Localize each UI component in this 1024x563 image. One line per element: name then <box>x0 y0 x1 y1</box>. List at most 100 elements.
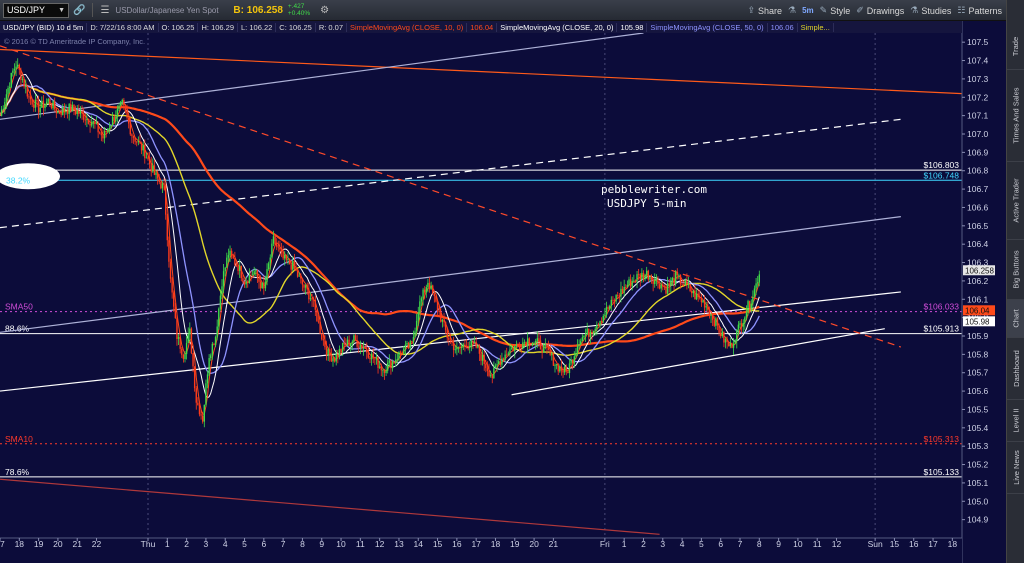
interval-button[interactable]: 5m <box>802 6 814 15</box>
share-icon: ⇪ <box>747 5 755 15</box>
candle-body <box>208 358 210 375</box>
candle-body <box>658 284 661 289</box>
candle-body <box>303 284 305 288</box>
studies-button[interactable]: ⚗ Studies <box>910 5 951 16</box>
candle-body <box>81 110 83 114</box>
price-badge-label: 106.258 <box>965 266 994 275</box>
candle-body <box>23 78 25 87</box>
candle-body <box>391 361 394 369</box>
side-tab-dashboard[interactable]: Dashboard <box>1007 338 1024 400</box>
candle-body <box>493 367 495 379</box>
candle-body <box>494 365 497 368</box>
candle-body <box>637 274 640 275</box>
price-tick-label: 106.9 <box>967 147 989 157</box>
candle-body <box>136 141 138 143</box>
candle-body <box>502 358 505 360</box>
level-label: $106.033 <box>924 302 960 312</box>
candle-body <box>20 69 22 80</box>
side-tab-label: Dashboard <box>1011 350 1021 387</box>
candle-body <box>488 370 490 376</box>
candle-body <box>583 335 585 338</box>
candle-body <box>438 310 440 313</box>
time-tick-label: 22 <box>92 539 102 549</box>
side-tab-trade[interactable]: Trade <box>1007 24 1024 70</box>
candle-body <box>744 317 746 323</box>
symbol-selector[interactable]: USD/JPY ▼ <box>3 2 69 18</box>
side-tab-chart[interactable]: Chart <box>1007 300 1024 338</box>
candle-body <box>319 321 321 334</box>
candle-body <box>705 306 707 308</box>
candle-body <box>132 135 135 138</box>
candle-body <box>748 301 751 309</box>
side-tab-times-and-sales[interactable]: Times And Sales <box>1007 70 1024 162</box>
drawings-icon: ✐ <box>856 5 864 15</box>
candle-body <box>486 368 489 371</box>
candle-body <box>367 352 370 358</box>
price-badge-label: 106.04 <box>965 306 990 315</box>
candle-body <box>304 285 307 288</box>
candle-body <box>552 353 555 366</box>
candle-body <box>65 111 67 113</box>
candle-body <box>514 346 516 352</box>
candle-body <box>317 321 320 323</box>
candle-body <box>115 116 117 121</box>
candle-body <box>415 320 418 332</box>
candle-body <box>153 165 156 175</box>
candle-body <box>28 96 30 98</box>
candle-body <box>591 332 593 334</box>
candle-body <box>605 307 608 315</box>
candle-body <box>271 243 273 258</box>
side-tab-big-buttons[interactable]: Big Buttons <box>1007 240 1024 300</box>
candle-body <box>399 351 402 353</box>
candle-body <box>576 346 579 354</box>
candle-body <box>152 165 154 172</box>
candle-body <box>34 99 37 108</box>
style-button[interactable]: ✎ Style <box>820 5 851 16</box>
candle-body <box>147 157 149 159</box>
candle-body <box>602 315 604 322</box>
style-label: Style <box>830 5 851 16</box>
candle-body <box>528 338 530 345</box>
symbol-description: USDollar/Japanese Yen Spot <box>115 5 219 15</box>
side-tab-level-ii[interactable]: Level II <box>1007 400 1024 442</box>
flask-button[interactable]: ⚗ <box>788 5 796 16</box>
side-tab-label: Level II <box>1011 408 1021 433</box>
candle-body <box>608 306 611 309</box>
side-tab-active-trader[interactable]: Active Trader <box>1007 162 1024 240</box>
candle-body <box>119 101 122 106</box>
candle-body <box>674 272 677 284</box>
candle-body <box>655 278 658 281</box>
time-tick-label: 8 <box>757 539 762 549</box>
menu-icon[interactable]: ☰ <box>96 5 113 16</box>
settings-icon[interactable]: ⚙ <box>316 5 333 16</box>
drawings-button[interactable]: ✐ Drawings <box>856 5 904 16</box>
candle-body <box>102 135 104 139</box>
candle-body <box>247 281 249 284</box>
chevron-down-icon[interactable]: ▼ <box>58 7 65 14</box>
candle-body <box>94 120 96 124</box>
candle-body <box>358 346 360 348</box>
link-icon[interactable]: 🔗 <box>69 5 89 16</box>
candle-body <box>282 251 284 259</box>
time-tick-label: 20 <box>529 539 539 549</box>
candle-body <box>642 272 645 280</box>
candle-body <box>177 336 180 339</box>
candle-body <box>600 321 603 322</box>
candle-body <box>398 351 400 360</box>
candle-body <box>485 364 487 369</box>
candle-body <box>176 318 178 339</box>
side-tab-label: Live News <box>1011 450 1021 485</box>
candle-body <box>79 110 82 114</box>
side-tab-live-news[interactable]: Live News <box>1007 442 1024 494</box>
share-button[interactable]: ⇪ Share <box>747 5 782 16</box>
candle-body <box>361 344 363 349</box>
price-chart[interactable]: $106.803$106.748$106.033SMA50$105.91388.… <box>0 0 1006 563</box>
candle-body <box>679 274 682 284</box>
candle-body <box>5 94 8 102</box>
patterns-button[interactable]: ☷ Patterns <box>957 5 1002 16</box>
candle-body <box>633 280 635 282</box>
candle-body <box>686 280 688 285</box>
candle-body <box>362 348 365 349</box>
candle-body <box>650 277 653 280</box>
candle-body <box>139 141 141 143</box>
